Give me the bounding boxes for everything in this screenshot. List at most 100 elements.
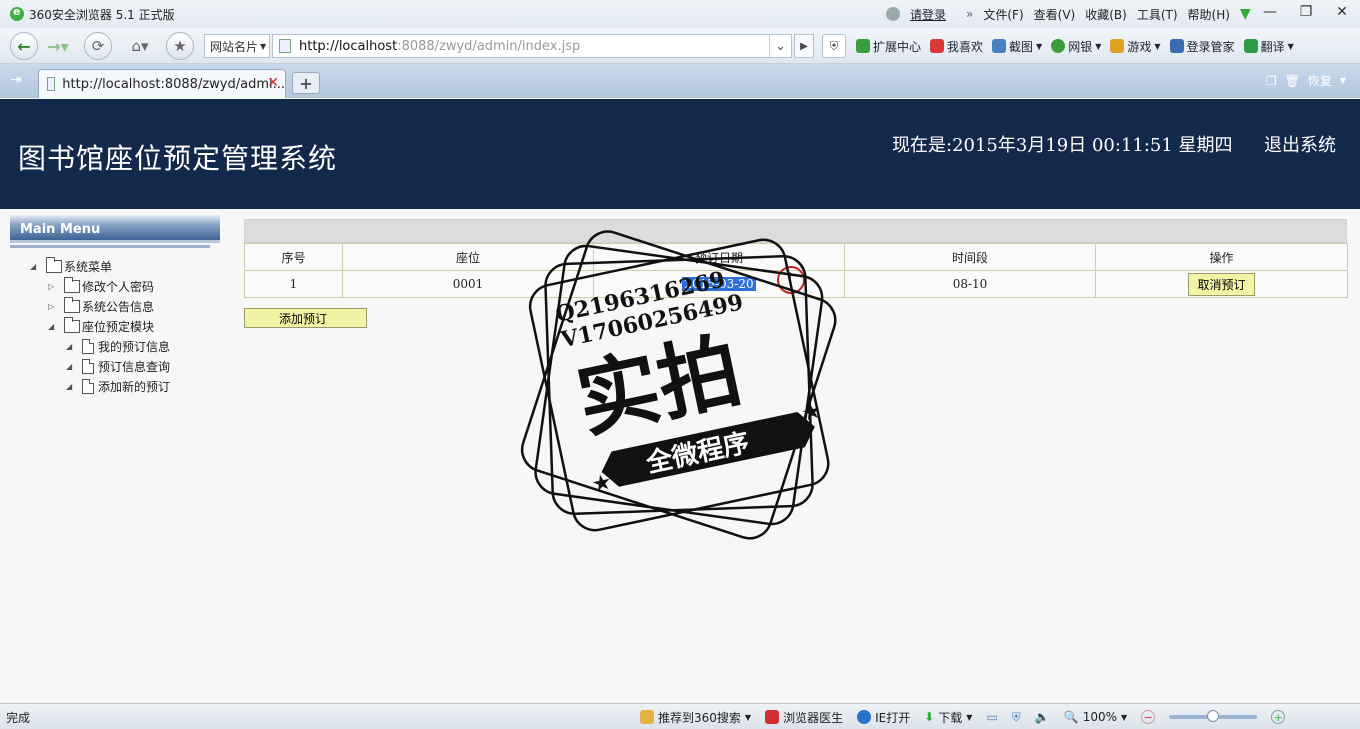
tree-item-seat-reservation[interactable]: ◢ 座位预定模块 (48, 316, 154, 335)
page-icon (279, 39, 291, 53)
tree-root[interactable]: ◢ 系统菜单 (30, 256, 113, 275)
forward-button[interactable]: →▾ (42, 32, 74, 60)
watermark-ribbon-text: 全微程序 (643, 427, 752, 479)
tree-item-reservation-query[interactable]: ◢ 预订信息查询 (66, 357, 170, 375)
site-cards-dropdown[interactable]: 网站名片 ▼ (204, 34, 270, 58)
sidebar-toggle-icon[interactable]: ⇥ (10, 72, 22, 88)
back-button[interactable]: ← (10, 32, 38, 60)
menu-view[interactable]: 查看(V) (1034, 6, 1076, 23)
browser-doctor-button[interactable]: 浏览器医生 (765, 709, 843, 726)
download-button[interactable]: ⬇ 下载 ▼ (924, 709, 972, 726)
site-cards-label: 网站名片 (210, 39, 259, 54)
minimize-icon[interactable]: — (1252, 0, 1288, 24)
tab-close-icon[interactable]: ✕ (267, 75, 279, 91)
security-shield-icon[interactable]: ⛨ (822, 34, 846, 58)
browser-titlebar: 360安全浏览器 5.1 正式版 请登录 » 文件(F) 查看(V) 收藏(B)… (0, 0, 1360, 28)
login-manager-button[interactable]: 登录管家 (1169, 38, 1235, 55)
col-header-action: 操作 (1095, 243, 1348, 271)
tab-list-icon[interactable]: ❐ (1266, 74, 1277, 88)
stamp-ribbon (601, 411, 815, 487)
status-text: 完成 (6, 711, 31, 725)
star-icon: ★ (799, 398, 824, 427)
leaf-marker-icon: ◢ (66, 381, 73, 391)
login-link[interactable]: 请登录 (910, 6, 946, 23)
tree-item-my-reservations[interactable]: ◢ 我的预订信息 (66, 337, 170, 355)
browser-title: 360安全浏览器 5.1 正式版 (29, 7, 175, 22)
ie-open-label: IE打开 (875, 710, 911, 725)
games-button[interactable]: 游戏 ▼ (1110, 38, 1161, 55)
collapse-icon[interactable]: ◢ (30, 262, 40, 271)
zoom-out-icon[interactable]: − (1141, 710, 1156, 724)
like-button[interactable]: 我喜欢 (930, 38, 983, 55)
main-menu-header: Main Menu (10, 213, 220, 243)
browser-menubar: 请登录 » 文件(F) 查看(V) 收藏(B) 工具(T) 帮助(H) ▼ (886, 0, 1251, 28)
restore-window-icon[interactable]: ❐ (1288, 0, 1324, 24)
zoom-dropdown[interactable]: 🔍 100% ▼ (1064, 710, 1127, 724)
expand-icon[interactable]: ▷ (48, 302, 58, 311)
browser-logo-icon (10, 5, 24, 21)
refresh-button[interactable]: ⟳ (84, 32, 112, 60)
translate-button[interactable]: 翻译 ▼ (1243, 38, 1294, 55)
go-button[interactable]: ▶ (794, 34, 814, 58)
menu-help[interactable]: 帮助(H) (1188, 6, 1230, 23)
tree-item-announcements[interactable]: ▷ 系统公告信息 (48, 296, 155, 315)
tree-item-change-password[interactable]: ▷ 修改个人密码 (48, 276, 154, 295)
status-bar: 完成 推荐到360搜索 ▼ 浏览器医生 IE打开 ⬇ 下载 ▼ ▭ ⛨ 🔈 🔍 100%… (0, 703, 1360, 729)
recommend-search-button[interactable]: 推荐到360搜索 ▼ (640, 709, 751, 726)
zoom-in-icon[interactable]: + (1271, 710, 1286, 724)
cancel-reservation-button[interactable]: 取消预订 (1188, 272, 1255, 296)
tab-bar-tools: ❐ 🗑 恢复 ▼ (1265, 72, 1346, 89)
shield-status-icon[interactable]: ⛨ (1012, 710, 1021, 725)
close-window-icon[interactable]: ✕ (1324, 0, 1360, 24)
tree-root-label: 系统菜单 (64, 259, 113, 274)
selected-date-text[interactable]: 2015-03-20 (682, 277, 756, 291)
favorite-button[interactable]: ★ (166, 32, 194, 60)
add-reservation-button[interactable]: 添加预订 (244, 308, 367, 328)
double-chevron-icon[interactable]: » (966, 7, 973, 21)
window-icon[interactable]: ▭ (986, 710, 997, 724)
window-controls: — ❐ ✕ (1252, 0, 1360, 24)
ie-open-button[interactable]: IE打开 (857, 709, 910, 726)
tab-title: http://localhost:8088/zwyd/admi... (62, 76, 285, 92)
games-label: 游戏 (1127, 39, 1152, 54)
logout-link[interactable]: 退出系统 (1264, 131, 1336, 157)
sidebar: Main Menu ◢ 系统菜单 ▷ 修改个人密码 ▷ 系统公告信息 ◢ 座位预… (10, 213, 220, 693)
screenshot-button[interactable]: 截图 ▼ (992, 38, 1042, 55)
cell-date: 2015-03-20 (593, 270, 845, 298)
folder-icon (64, 296, 80, 313)
collapse-icon[interactable]: ◢ (48, 322, 58, 331)
extension-icon (856, 39, 870, 53)
menu-tools[interactable]: 工具(T) (1137, 6, 1178, 23)
trash-icon[interactable]: 🗑 (1285, 74, 1300, 88)
tree-item-add-reservation[interactable]: ◢ 添加新的预订 (66, 377, 170, 395)
speaker-icon[interactable]: 🔈 (1035, 710, 1050, 724)
address-bar[interactable]: http://localhost:8088/zwyd/admin/index.j… (272, 34, 792, 58)
tab-admin[interactable]: http://localhost:8088/zwyd/admi... ✕ (38, 69, 286, 98)
skin-icon[interactable]: ▼ (1240, 6, 1251, 22)
extension-center-label: 扩展中心 (873, 39, 922, 54)
star-icon: ★ (590, 469, 615, 498)
extension-center-button[interactable]: 扩展中心 (856, 38, 921, 55)
restore-closed-label[interactable]: 恢复 (1308, 72, 1332, 89)
leaf-marker-icon: ◢ (66, 341, 73, 351)
address-dropdown-icon[interactable]: ⌄ (769, 35, 791, 57)
home-button[interactable]: ⌂▾ (120, 32, 160, 60)
user-icon (886, 7, 900, 21)
expand-icon[interactable]: ▷ (48, 282, 58, 291)
back-arrow-icon: ← (17, 36, 31, 56)
new-tab-button[interactable]: + (292, 72, 320, 94)
document-icon (82, 338, 94, 354)
menu-favorites[interactable]: 收藏(B) (1085, 6, 1127, 23)
url-host: http://localhost (299, 38, 398, 54)
refresh-icon: ⟳ (91, 37, 105, 55)
ebank-button[interactable]: 网银 ▼ (1051, 38, 1101, 55)
star-icon: ★ (173, 37, 187, 55)
zoom-slider-knob[interactable] (1207, 710, 1220, 722)
menu-file[interactable]: 文件(F) (983, 6, 1023, 23)
tree-item-label: 预订信息查询 (98, 359, 171, 374)
zoom-slider[interactable] (1169, 710, 1258, 722)
screenshot-label: 截图 (1009, 39, 1034, 54)
tree-item-label: 系统公告信息 (82, 299, 155, 314)
magnifier-icon: 🔍 (1063, 710, 1079, 724)
menu-divider (10, 245, 210, 248)
